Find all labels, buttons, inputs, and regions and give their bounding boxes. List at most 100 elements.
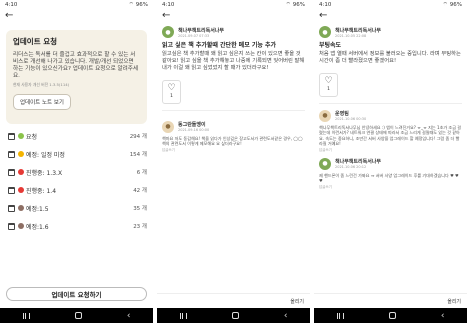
battery-level: 96% [292,1,305,8]
system-nav-bar: ‹ [314,308,467,323]
wifi-icon: ⌔ [128,2,134,8]
battery-level: 96% [449,1,462,8]
commenter-name: 책나무책트리독서나무 [335,159,382,165]
post: ● 책나무책트리독서나무 2021.09.07 07:33 읽고 싶은 책 추가… [157,26,310,104]
status-time: 4:10 [5,1,18,8]
comment: ● 동그란돌멩이 2021.09.16 00:00 책마요 저도 동감해요! 책… [157,120,310,153]
version-note: 현재 사용자 개선 버전 1.3.5(114) [13,82,70,87]
app-bar: ← [157,9,310,22]
request-detail-screen: 4:10 ⌔ 96% ← ● 책나무책트리독서나무 2021.10.05 22:… [314,0,467,323]
back-arrow-icon[interactable]: ← [162,10,170,21]
status-emoji-icon [18,187,24,193]
list-item[interactable]: 진행중: 1.3.X 6 개 [0,163,153,181]
status-emoji-icon [18,169,24,175]
comment-date: 2021.10.06 00:30 [335,117,367,121]
like-count: 1 [327,87,330,92]
battery-level: 96% [135,1,148,8]
calendar-icon [8,168,15,176]
avatar: ● [319,26,331,38]
recent-apps-icon[interactable] [22,312,30,319]
system-nav-bar: ‹ [157,308,310,323]
post: ● 책나무책트리독서나무 2021.10.05 22:08 부팅속도 처음 앱 … [314,26,467,97]
status-emoji-icon [18,133,24,139]
list-item[interactable]: 요청 294 개 [0,127,153,145]
recent-apps-icon[interactable] [179,312,187,319]
avatar: ● [319,157,331,170]
card-title: 업데이트 요청 [13,37,58,46]
post-comment-button[interactable]: 올리기 [447,298,461,305]
status-emoji-icon [18,151,24,157]
divider [319,102,462,104]
avatar: ● [162,26,174,38]
home-icon[interactable] [231,312,239,319]
post-body: 처음 앱 열때 서버에서 정보를 불러오는 중입니다. 라며 부팅하는 시간이 … [319,50,461,64]
card-description: 리더스는 독서를 더 즐겁고 효과적으로 할 수 있는 서비스로 개선해 나가고… [13,52,139,79]
divider [162,109,305,111]
status-emoji-icon [18,223,24,229]
calendar-icon [8,186,15,194]
comment: ● 책나무책트리독서나무 2021.10.06 20:12 제 핸드폰이 좀 느… [314,157,467,190]
calendar-icon [8,222,15,230]
back-arrow-icon[interactable]: ← [5,10,13,21]
status-time: 4:10 [319,1,332,8]
system-nav-bar: ‹ [0,308,153,323]
post-date: 2021.10.05 22:08 [335,33,367,38]
app-bar: ← [314,9,467,22]
back-arrow-icon[interactable]: ← [319,10,327,21]
list-item[interactable]: 진행중: 1.4 42 개 [0,181,153,199]
nav-back-icon[interactable]: ‹ [127,311,131,321]
list-item[interactable]: 예정:1.6 23 개 [0,217,153,235]
post-body: 읽고싶은 책 추가할때 왜 읽고 싶은지 쓰는 칸이 있으면 좋을 것 같아요!… [162,50,305,71]
calendar-icon [8,150,15,158]
post-author: ● 책나무책트리독서나무 2021.10.05 22:08 [319,26,462,38]
request-update-button[interactable]: 업데이트 요청하기 [6,287,147,301]
post-date: 2021.09.07 07:33 [178,33,210,38]
like-button[interactable]: ♡ 1 [319,72,338,97]
update-request-screen: 4:10 ⌔ 96% ← 업데이트 요청 리더스는 독서를 더 즐겁고 효과적으… [0,0,153,323]
comment: ● 운영팀 2021.10.06 00:30 책나무책트리독서나무님 안녕하세요… [314,109,467,153]
post-comment-button[interactable]: 올리기 [290,298,304,305]
post-title: 읽고 싶은 책 추가할때 간단한 메모 기능 추가 [162,42,276,49]
reply-link[interactable]: 답글쓰기 [319,185,462,190]
status-bar: 4:10 ⌔ 96% [157,0,310,9]
status-bar: 4:10 ⌔ 96% [314,0,467,9]
comment-input-bar[interactable]: 올리기 [314,293,467,308]
author-name: 책나무책트리독서나무 [335,27,382,34]
status-list: 요청 294 개 예정: 일정 미정 154 개 진행중: 1.3.X 6 개 … [0,127,153,235]
comment-date: 2021.09.16 00:00 [178,128,210,132]
reply-link[interactable]: 답글쓰기 [162,148,305,153]
avatar: ● [162,120,174,133]
post-title: 부팅속도 [319,42,342,49]
reply-link[interactable]: 답글쓰기 [319,148,462,153]
like-button[interactable]: ♡ 1 [162,79,181,104]
calendar-icon [8,132,15,140]
commenter-name: 운영팀 [335,111,349,117]
wifi-icon: ⌔ [442,2,448,8]
post-author: ● 책나무책트리독서나무 2021.09.07 07:33 [162,26,305,38]
request-detail-screen: 4:10 ⌔ 96% ← ● 책나무책트리독서나무 2021.09.07 07:… [157,0,310,323]
comment-text: 책나무책트리독서나무님 안녕하세요 :) 앱이 느려진거요? ㅠ_ㅠ 지는 1초… [319,124,462,147]
nav-back-icon[interactable]: ‹ [441,311,445,321]
author-name: 책나무책트리독서나무 [178,27,225,34]
status-bar: 4:10 ⌔ 96% [0,0,153,9]
calendar-icon [8,204,15,212]
app-bar: ← [0,9,153,22]
comment-date: 2021.10.06 20:12 [335,165,367,169]
comment-input-bar[interactable]: 올리기 [157,293,310,308]
list-item[interactable]: 예정:1.5 35 개 [0,199,153,217]
heart-icon: ♡ [167,83,176,93]
home-icon[interactable] [388,312,396,319]
heart-icon: ♡ [324,76,333,86]
wifi-icon: ⌔ [285,2,291,8]
list-item[interactable]: 예정: 일정 미정 154 개 [0,145,153,163]
nav-back-icon[interactable]: ‹ [284,311,288,321]
view-update-notes-button[interactable]: 업데이트 노트 보기 [13,94,71,110]
comment-text: 제 핸드폰이 좀 느린건 가봐요 ㅠ 서버 사양 업그레이드 후를 기대하겠습니… [319,172,459,184]
recent-apps-icon[interactable] [336,312,344,319]
status-time: 4:10 [162,1,175,8]
avatar: ● [319,109,331,122]
comment-text: 책마요 저도 동감해요! 책을 읽다가 인상깊은 장고도서가 관련도서같은 경우… [162,135,303,147]
status-emoji-icon [18,205,24,211]
update-request-card: 업데이트 요청 리더스는 독서를 더 즐겁고 효과적으로 할 수 있는 서비스로… [6,30,147,124]
home-icon[interactable] [74,312,82,319]
